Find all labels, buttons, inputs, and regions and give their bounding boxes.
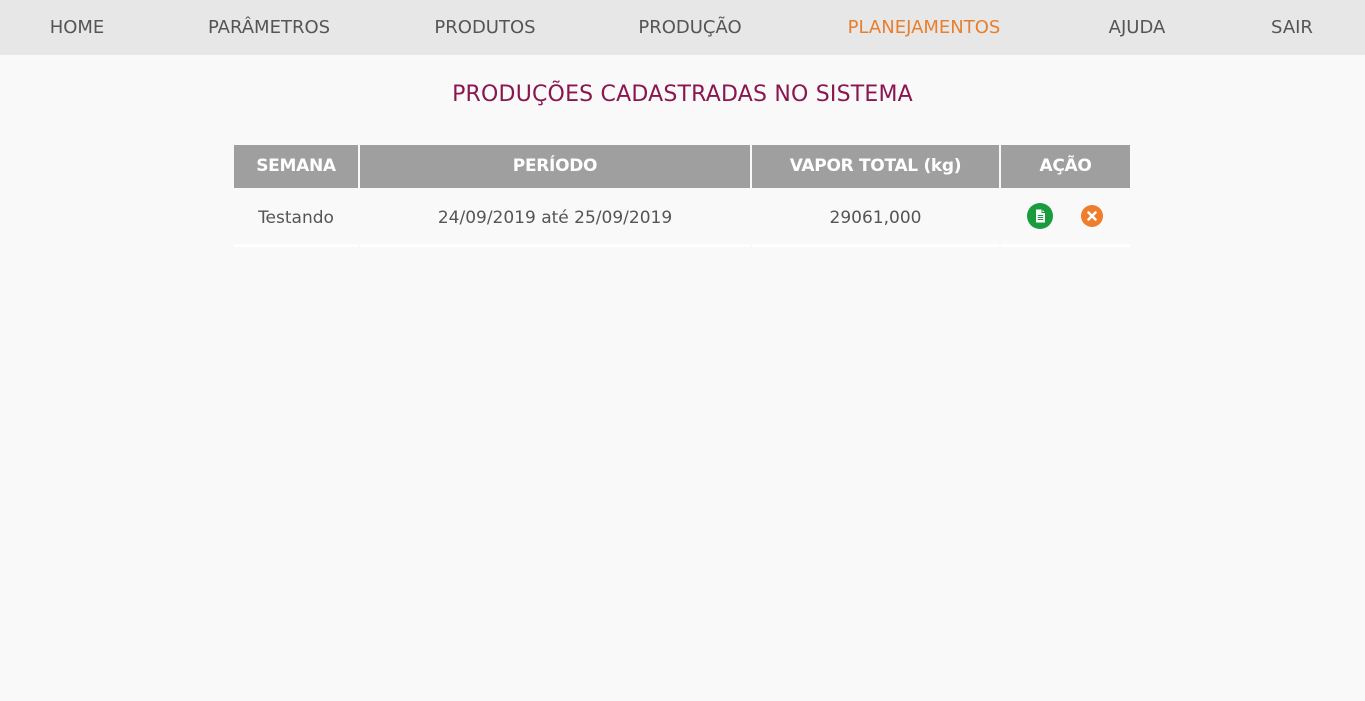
header-vapor-total: VAPOR TOTAL (kg) [752, 145, 999, 188]
nav-item-parametros[interactable]: PARÂMETROS [208, 0, 330, 55]
document-icon[interactable] [1027, 203, 1053, 229]
nav-item-planejamentos[interactable]: PLANEJAMENTOS [848, 0, 1001, 55]
nav-item-produtos[interactable]: PRODUTOS [434, 0, 535, 55]
cell-periodo: 24/09/2019 até 25/09/2019 [360, 192, 750, 247]
header-periodo: PERÍODO [360, 145, 750, 188]
page-title: PRODUÇÕES CADASTRADAS NO SISTEMA [452, 82, 913, 107]
top-navbar: HOME PARÂMETROS PRODUTOS PRODUÇÃO PLANEJ… [0, 0, 1365, 55]
nav-item-home[interactable]: HOME [50, 0, 105, 55]
header-semana: SEMANA [234, 145, 358, 188]
header-acao: AÇÃO [1001, 145, 1130, 188]
nav-item-producao[interactable]: PRODUÇÃO [638, 0, 741, 55]
cell-semana: Testando [234, 192, 358, 247]
cell-acao [1001, 192, 1130, 247]
cell-vapor-total: 29061,000 [752, 192, 999, 247]
nav-item-ajuda[interactable]: AJUDA [1109, 0, 1166, 55]
close-circle-icon[interactable] [1081, 205, 1103, 227]
nav-item-sair[interactable]: SAIR [1271, 0, 1313, 55]
